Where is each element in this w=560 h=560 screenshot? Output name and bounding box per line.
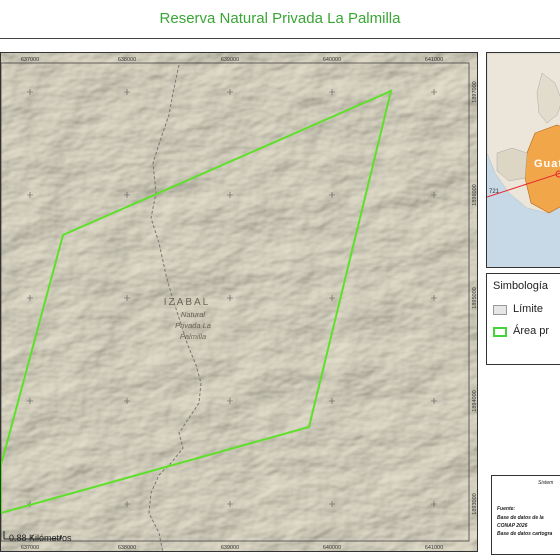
y-tick-4: 1894000	[472, 390, 478, 411]
inset-place-label: Guate	[534, 158, 560, 170]
x-tick-top-1: 637000	[21, 57, 39, 63]
legend-swatch-limite	[493, 305, 507, 315]
x-tick-top-5: 641000	[425, 57, 443, 63]
source-fuente: Fuente:	[497, 506, 516, 512]
source-panel: Sistem Fuente: Base de datos de la CONAP…	[491, 475, 560, 555]
x-tick-bottom-5: 641000	[425, 545, 443, 551]
source-line-2: CONAP 2026	[497, 523, 528, 529]
x-tick-bottom-2: 638000	[118, 545, 136, 551]
terrain-hillshade	[1, 53, 477, 551]
legend-title: Simbología	[493, 280, 549, 292]
y-tick-1: 1897000	[472, 81, 478, 102]
area-label-line-2: Privada La	[175, 321, 211, 330]
scale-label: 0.88 Kilómetros	[9, 533, 72, 543]
title-bar: Reserva Natural Privada La Palmilla	[0, 0, 560, 39]
x-tick-bottom-4: 640000	[323, 545, 341, 551]
inset-map-canvas: Guate 721	[487, 53, 560, 267]
main-map[interactable]: IZABAL Natural Privada La Palmilla 63700…	[0, 52, 478, 552]
inset-map[interactable]: Guate 721	[486, 52, 560, 268]
area-label-line-3: Palmilla	[180, 332, 206, 341]
y-tick-5: 1893000	[472, 493, 478, 514]
x-tick-top-2: 638000	[118, 57, 136, 63]
source-header: Sistem	[538, 480, 554, 486]
source-line-3: Base de datos cartogra	[497, 531, 553, 537]
legend-swatch-area	[493, 327, 507, 337]
inset-number-label: 721	[489, 189, 500, 195]
legend-panel: Simbología Límite Área pr	[486, 273, 560, 365]
legend-label-area: Área pr	[513, 325, 550, 337]
source-line-1: Base de datos de la	[497, 515, 544, 521]
legend-label-limite: Límite	[513, 303, 543, 315]
x-tick-bottom-1: 637000	[21, 545, 39, 551]
map-title: Reserva Natural Privada La Palmilla	[159, 10, 401, 27]
x-tick-top-3: 639000	[221, 57, 239, 63]
area-label-line-1: Natural	[181, 310, 206, 319]
y-tick-3: 1895000	[472, 287, 478, 308]
x-tick-top-4: 640000	[323, 57, 341, 63]
x-tick-bottom-3: 639000	[221, 545, 239, 551]
main-map-canvas: IZABAL Natural Privada La Palmilla 63700…	[1, 53, 478, 551]
y-tick-2: 1896000	[472, 184, 478, 205]
region-label: IZABAL	[164, 297, 210, 308]
